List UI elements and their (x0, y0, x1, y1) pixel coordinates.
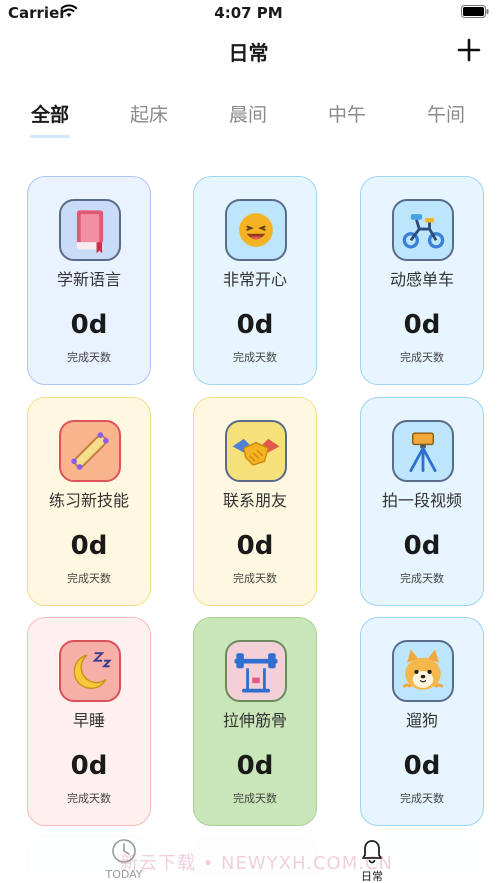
skateboard-icon (59, 420, 121, 482)
completed-days-label: 完成天数 (400, 792, 444, 805)
habit-title: 联系朋友 (222, 491, 287, 510)
habit-title: 拉伸筋骨 (222, 711, 287, 730)
moon-sleep-icon (59, 640, 121, 702)
active-tab-indicator (30, 135, 70, 138)
habit-card-very-happy[interactable]: 非常开心 0d 完成天数 (193, 176, 317, 385)
tabbar-label: TODAY (105, 868, 143, 881)
habit-card-spin-bike[interactable]: 动感单车 0d 完成天数 (360, 176, 484, 385)
status-time: 4:07 PM (214, 4, 283, 22)
camera-tripod-icon (392, 420, 454, 482)
tab-all[interactable]: 全部 (5, 100, 95, 127)
bicycle-icon (392, 199, 454, 261)
completed-days: 0d (70, 310, 108, 340)
completed-days: 0d (70, 531, 108, 561)
completed-days-label: 完成天数 (233, 792, 277, 805)
tabbar-daily[interactable]: 日常 (332, 837, 412, 883)
completed-days-label: 完成天数 (67, 792, 111, 805)
habit-card-practice-skill[interactable]: 练习新技能 0d 完成天数 (27, 397, 151, 606)
habit-title: 非常开心 (222, 270, 287, 289)
tab-wake-up[interactable]: 起床 (104, 100, 194, 127)
habit-card-stretch[interactable]: 拉伸筋骨 0d 完成天数 (193, 617, 317, 826)
clock-icon (112, 839, 136, 863)
completed-days: 0d (70, 751, 108, 781)
habit-title: 动感单车 (389, 270, 454, 289)
completed-days-label: 完成天数 (400, 572, 444, 585)
tab-morning[interactable]: 晨间 (203, 100, 293, 127)
habit-card-shoot-video[interactable]: 拍一段视频 0d 完成天数 (360, 397, 484, 606)
habit-title: 拍一段视频 (381, 491, 462, 510)
tab-afternoon[interactable]: 午间 (401, 100, 491, 127)
dog-icon (392, 640, 454, 702)
completed-days: 0d (236, 310, 274, 340)
handshake-icon (225, 420, 287, 482)
habit-card-learn-language[interactable]: 学新语言 0d 完成天数 (27, 176, 151, 385)
habit-title: 练习新技能 (48, 491, 129, 510)
book-icon (59, 199, 121, 261)
battery-icon (461, 5, 489, 18)
completed-days: 0d (403, 310, 441, 340)
laughing-face-icon (225, 199, 287, 261)
add-button[interactable] (457, 38, 481, 62)
completed-days-label: 完成天数 (233, 351, 277, 364)
habit-title: 早睡 (72, 711, 105, 730)
tabbar-today[interactable]: TODAY (84, 837, 164, 881)
barbell-icon (225, 640, 287, 702)
habit-card-contact-friends[interactable]: 联系朋友 0d 完成天数 (193, 397, 317, 606)
habit-title: 遛狗 (405, 711, 438, 730)
habit-card-walk-dog[interactable]: 遛狗 0d 完成天数 (360, 617, 484, 826)
completed-days-label: 完成天数 (233, 572, 277, 585)
tabbar-label: 日常 (361, 870, 383, 883)
completed-days: 0d (403, 531, 441, 561)
bottom-tab-bar: 新云下载 • NEWYXH.COM.CN TODAY 日常 (0, 835, 497, 883)
status-bar: Carrier 4:07 PM (0, 0, 497, 26)
habit-title: 学新语言 (56, 270, 121, 289)
completed-days: 0d (236, 531, 274, 561)
habit-card-sleep-early[interactable]: 早睡 0d 完成天数 (27, 617, 151, 826)
category-tabs: 全部 起床 晨间 中午 午间 (0, 100, 497, 140)
tab-noon[interactable]: 中午 (302, 100, 392, 127)
completed-days-label: 完成天数 (400, 351, 444, 364)
completed-days-label: 完成天数 (67, 351, 111, 364)
bell-icon (362, 840, 382, 864)
page-title: 日常 (228, 41, 269, 65)
completed-days: 0d (403, 751, 441, 781)
completed-days: 0d (236, 751, 274, 781)
completed-days-label: 完成天数 (67, 572, 111, 585)
